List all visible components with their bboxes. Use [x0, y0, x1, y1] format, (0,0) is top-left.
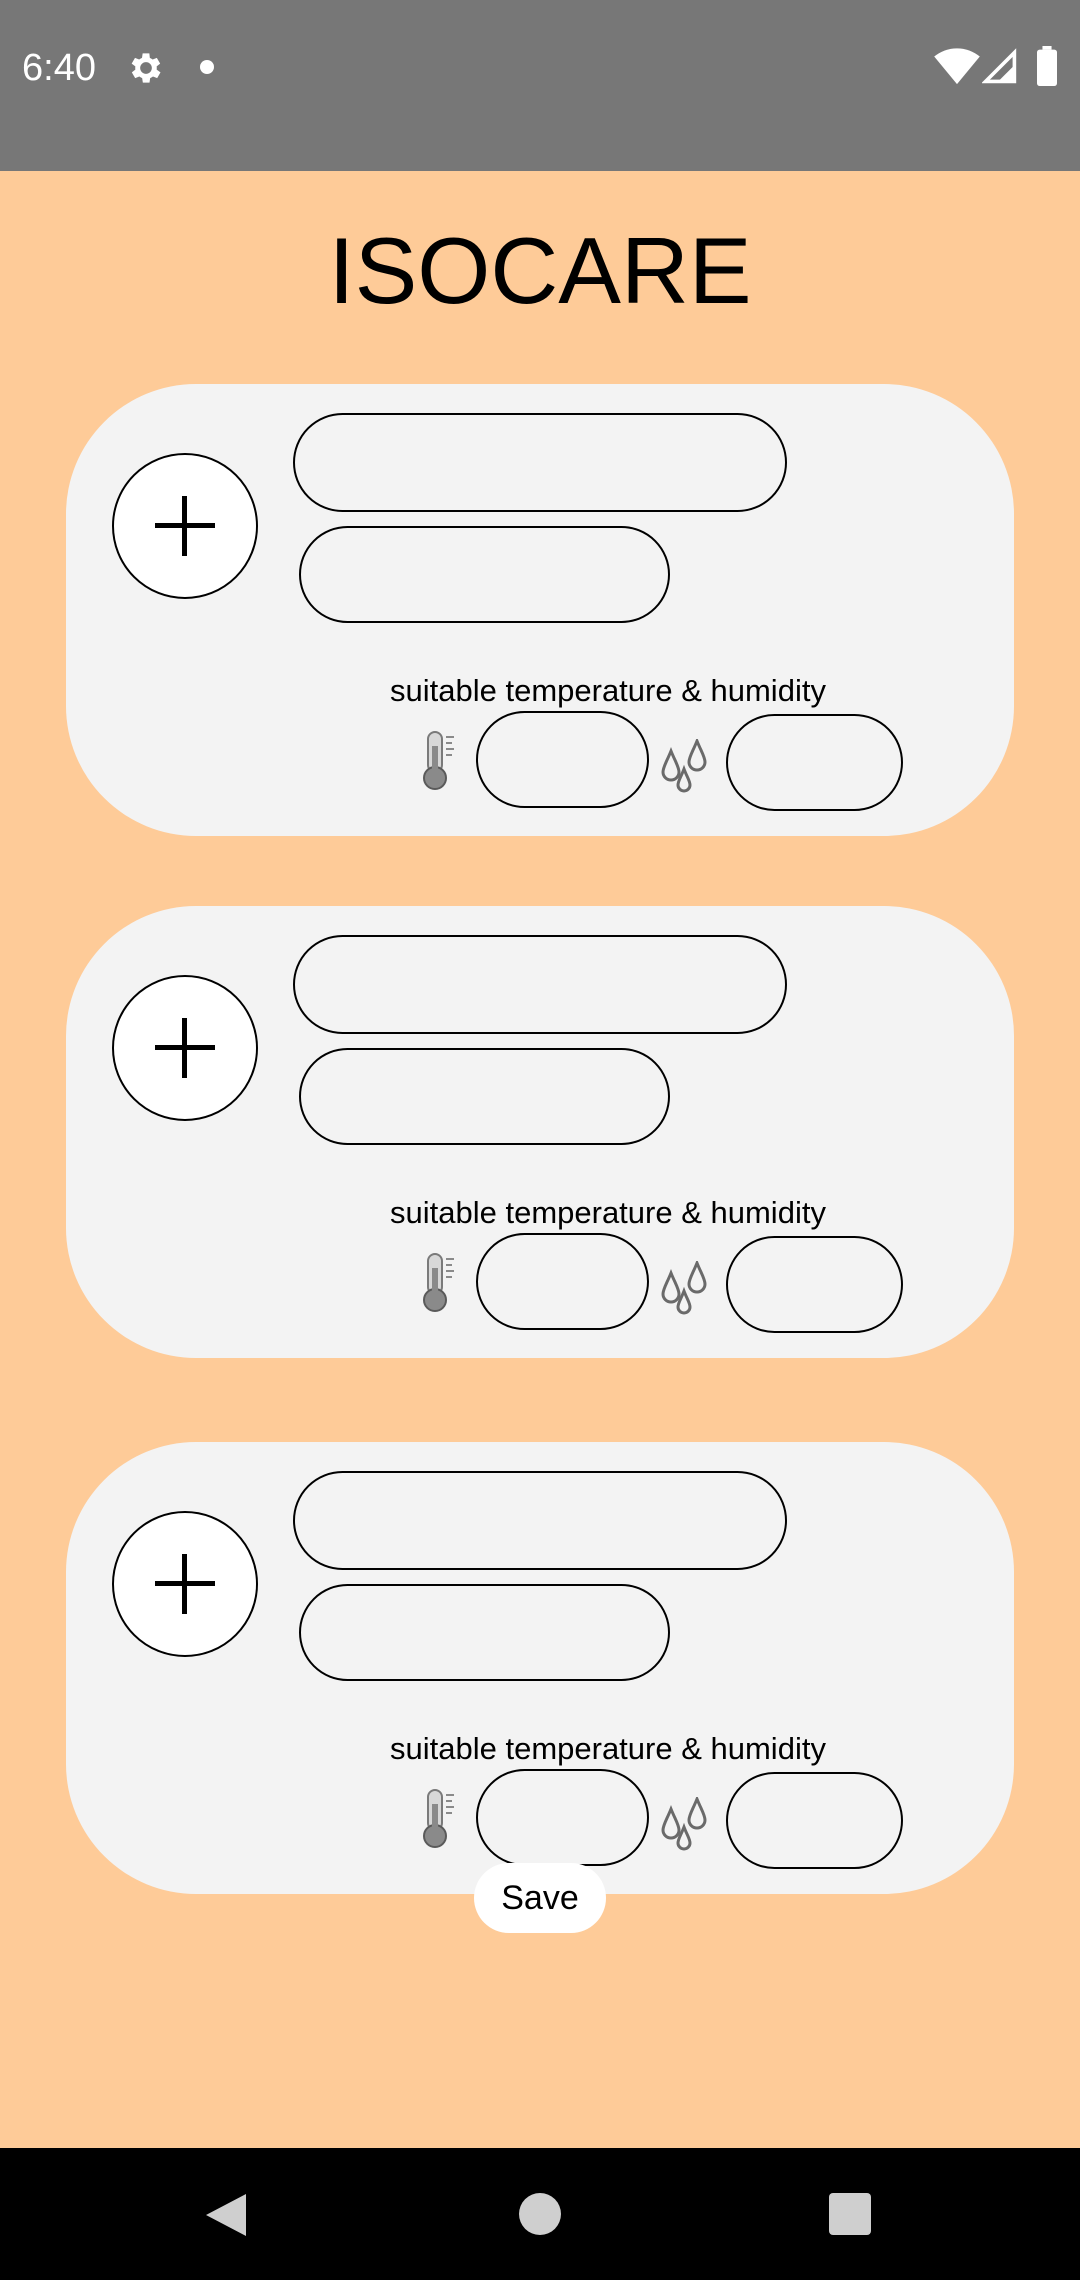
- water-drops-icon: [661, 1797, 707, 1851]
- name-input[interactable]: [293, 1471, 787, 1570]
- save-button[interactable]: Save: [474, 1863, 606, 1933]
- gear-icon: [131, 53, 161, 83]
- temperature-input[interactable]: [476, 1233, 649, 1330]
- notification-dot-icon: [200, 60, 214, 74]
- add-image-button[interactable]: [112, 453, 258, 599]
- back-icon[interactable]: [204, 2192, 248, 2238]
- humidity-input[interactable]: [726, 1772, 903, 1869]
- status-time: 6:40: [22, 47, 96, 89]
- plant-card: suitable temperature & humidity: [66, 1442, 1014, 1894]
- home-icon[interactable]: [519, 2193, 561, 2235]
- water-drops-icon: [661, 1261, 707, 1315]
- thermometer-icon: [423, 1253, 454, 1312]
- water-drops-icon: [661, 739, 707, 793]
- plant-card: suitable temperature & humidity: [66, 906, 1014, 1358]
- range-label: suitable temperature & humidity: [390, 1195, 826, 1230]
- wifi-icon: [934, 48, 980, 85]
- add-image-button[interactable]: [112, 1511, 258, 1657]
- status-bar: 6:40: [0, 0, 1080, 171]
- cell-signal-icon: [982, 48, 1017, 84]
- plus-icon: [155, 1554, 215, 1614]
- detail-input[interactable]: [299, 526, 670, 623]
- temperature-input[interactable]: [476, 1769, 649, 1866]
- range-label: suitable temperature & humidity: [390, 1731, 826, 1766]
- name-input[interactable]: [293, 935, 787, 1034]
- recents-icon[interactable]: [829, 2193, 871, 2235]
- thermometer-icon: [423, 1789, 454, 1848]
- plant-card: suitable temperature & humidity: [66, 384, 1014, 836]
- humidity-input[interactable]: [726, 1236, 903, 1333]
- page-title: ISOCARE: [328, 218, 752, 323]
- temperature-input[interactable]: [476, 711, 649, 808]
- main-content: ISOCARE suitable temperature & humidity: [0, 171, 1080, 2148]
- add-image-button[interactable]: [112, 975, 258, 1121]
- detail-input[interactable]: [299, 1048, 670, 1145]
- plus-icon: [155, 496, 215, 556]
- thermometer-icon: [423, 731, 454, 790]
- battery-icon: [1037, 46, 1057, 86]
- range-label: suitable temperature & humidity: [390, 673, 826, 708]
- plus-icon: [155, 1018, 215, 1078]
- navigation-bar: [0, 2148, 1080, 2280]
- detail-input[interactable]: [299, 1584, 670, 1681]
- humidity-input[interactable]: [726, 714, 903, 811]
- name-input[interactable]: [293, 413, 787, 512]
